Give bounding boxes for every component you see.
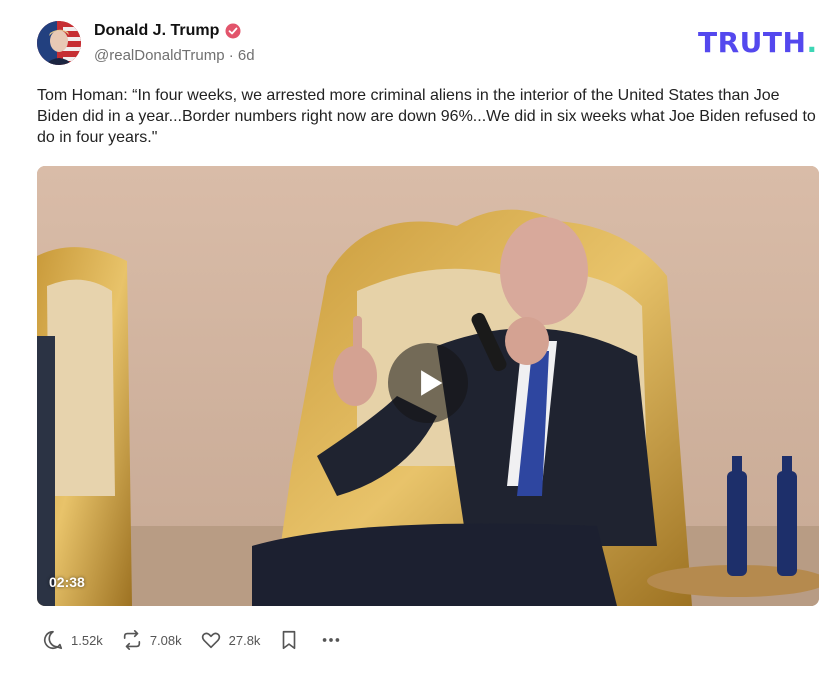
post-actions: 1.52k 7.08k 27.8k: [42, 627, 360, 653]
author-meta: @realDonaldTrump · 6d: [94, 47, 255, 64]
more-options-button[interactable]: [320, 629, 342, 651]
meta-separator: ·: [228, 47, 234, 64]
bookmark-icon: [283, 630, 296, 650]
avatar[interactable]: [37, 21, 81, 65]
post-time[interactable]: 6d: [238, 47, 255, 64]
author-name[interactable]: Donald J. Trump: [94, 22, 241, 40]
like-button[interactable]: 27.8k: [200, 629, 261, 651]
like-count: 27.8k: [228, 632, 261, 648]
retruth-button[interactable]: 7.08k: [121, 629, 182, 651]
play-icon: [420, 370, 442, 396]
reply-button[interactable]: 1.52k: [42, 629, 103, 651]
brand-dot: .: [806, 26, 818, 59]
retruth-icon: [123, 630, 140, 650]
video-duration: 02:38: [49, 574, 85, 590]
reply-count: 1.52k: [71, 632, 103, 648]
more-icon: [323, 638, 340, 642]
play-button[interactable]: [388, 343, 468, 423]
truth-post: Donald J. Trump @realDonaldTrump · 6d TR…: [0, 0, 840, 679]
video-player[interactable]: 02:38: [37, 166, 819, 606]
post-text: Tom Homan: “In four weeks, we arrested m…: [37, 87, 816, 146]
bookmark-button[interactable]: [278, 629, 300, 651]
verified-icon: [225, 23, 241, 39]
avatar-image: [37, 21, 81, 65]
brand-name: TRUTH: [698, 26, 807, 59]
author-display-name: Donald J. Trump: [94, 22, 220, 39]
truth-logo: TRUTH.: [698, 26, 818, 59]
reply-icon: [43, 630, 63, 650]
heart-icon: [201, 632, 220, 649]
retruth-count: 7.08k: [149, 632, 182, 648]
author-handle[interactable]: @realDonaldTrump: [94, 47, 225, 64]
